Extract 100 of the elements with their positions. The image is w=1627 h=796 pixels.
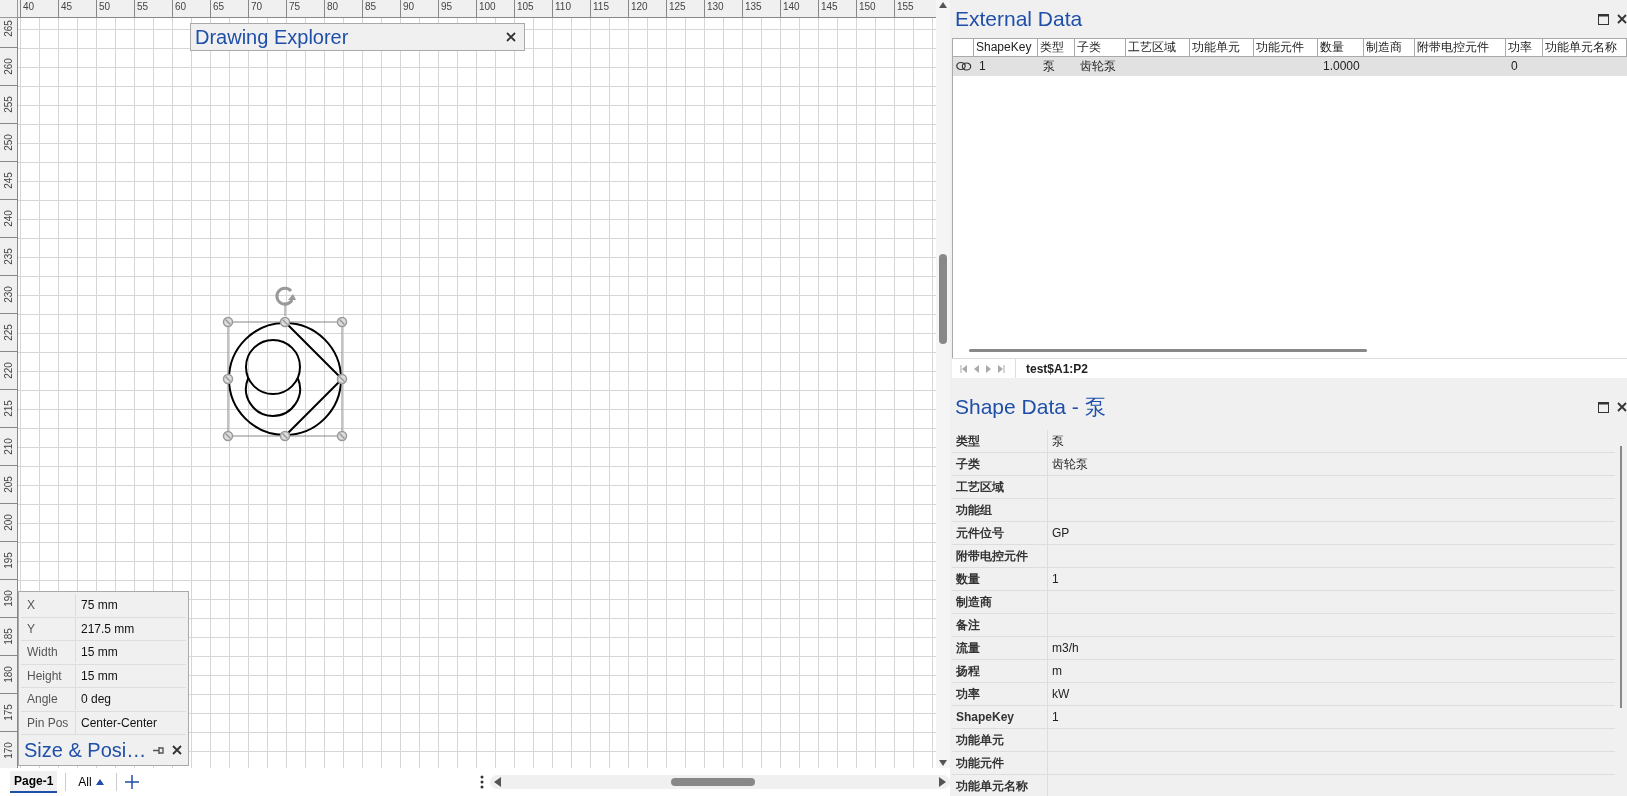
property-value: 15 mm	[80, 668, 119, 683]
more-options-icon[interactable]	[480, 775, 484, 789]
property-label: 附带电控元件	[952, 545, 1048, 567]
property-value: 1	[1051, 572, 1060, 586]
ruler-label: 100	[476, 0, 514, 17]
page-tab[interactable]: Page-1	[10, 771, 58, 793]
next-record-icon[interactable]	[986, 364, 991, 373]
maximize-icon[interactable]	[1598, 401, 1609, 413]
add-page-icon[interactable]	[124, 775, 139, 789]
ruler-label: 200	[0, 504, 17, 542]
horizontal-scrollbar[interactable]	[490, 775, 950, 789]
resize-handle[interactable]	[279, 430, 291, 442]
resize-handle[interactable]	[222, 373, 234, 385]
ruler-label: 85	[362, 0, 400, 17]
ruler-label: 230	[0, 276, 17, 314]
ruler-label: 75	[286, 0, 324, 17]
ruler-label: 105	[514, 0, 552, 17]
all-pages-button[interactable]: All	[74, 773, 108, 791]
rotate-handle-icon[interactable]	[275, 286, 296, 317]
ruler-label: 155	[894, 0, 932, 17]
property-label: 工艺区域	[952, 476, 1048, 498]
ruler-label: 225	[0, 314, 17, 352]
ruler-label: 265	[0, 18, 17, 48]
property-label: X	[21, 594, 76, 617]
close-icon[interactable]	[506, 32, 516, 42]
property-label: 功能组	[952, 499, 1048, 521]
resize-handle[interactable]	[279, 316, 291, 328]
column-header[interactable]: 附带电控元件	[1415, 38, 1506, 57]
ruler-label: 195	[0, 542, 17, 580]
property-value: 217.5 mm	[80, 621, 136, 636]
ruler-label: 45	[58, 0, 96, 17]
ruler-label: 110	[552, 0, 590, 17]
ruler-label: 175	[0, 694, 17, 732]
last-record-icon[interactable]	[998, 364, 1005, 373]
vertical-scrollbar[interactable]	[936, 0, 950, 768]
ruler-label: 220	[0, 352, 17, 390]
ruler-label: 240	[0, 200, 17, 238]
property-value: GP	[1051, 526, 1071, 540]
ruler-label: 180	[0, 656, 17, 694]
property-value: m	[1051, 664, 1063, 678]
ruler-label: 70	[248, 0, 286, 17]
ruler-label: 120	[628, 0, 666, 17]
property-label: Y	[21, 617, 76, 640]
column-header[interactable]: 功能单元名称	[1543, 38, 1627, 57]
property-value: 15 mm	[80, 645, 119, 660]
property-label: 子类	[952, 453, 1048, 475]
table-row[interactable]: 1 泵 齿轮泵 1.0000 0	[953, 57, 1627, 76]
first-record-icon[interactable]	[960, 364, 967, 373]
close-icon[interactable]	[1617, 402, 1627, 412]
property-value: Center-Center	[80, 715, 159, 730]
ruler-label: 115	[590, 0, 628, 17]
resize-handle[interactable]	[336, 430, 348, 442]
property-label: 数量	[952, 568, 1048, 590]
panel-title: Shape Data - 泵	[955, 394, 1106, 420]
ruler-label: 95	[438, 0, 476, 17]
ruler-label: 40	[20, 0, 58, 17]
ruler-label: 190	[0, 580, 17, 618]
ruler-label: 60	[172, 0, 210, 17]
property-label: 元件位号	[952, 522, 1048, 544]
table-cell-text: 泵	[1042, 58, 1056, 75]
ruler-label: 80	[324, 0, 362, 17]
ruler-label: 235	[0, 238, 17, 276]
property-label: 制造商	[952, 591, 1048, 613]
ruler-label: 205	[0, 466, 17, 504]
sheet-tab[interactable]: test$A1:P2	[1016, 361, 1089, 376]
table-cell-text: 齿轮泵	[1079, 58, 1117, 75]
resize-handle[interactable]	[222, 316, 234, 328]
ruler-label: 215	[0, 390, 17, 428]
resize-handle[interactable]	[336, 316, 348, 328]
resize-handle[interactable]	[222, 430, 234, 442]
ruler-label: 210	[0, 428, 17, 466]
panel-title: Drawing Explorer	[195, 25, 349, 49]
pump-symbol[interactable]	[227, 321, 344, 437]
table-cell-text: 1	[978, 58, 987, 75]
property-label: 功率	[952, 683, 1048, 705]
ruler-label: 245	[0, 162, 17, 200]
property-value: 1	[1051, 710, 1060, 724]
ruler-label: 250	[0, 124, 17, 162]
ruler-label: 55	[134, 0, 172, 17]
ruler-label: 130	[704, 0, 742, 17]
property-value: m3/h	[1051, 641, 1080, 655]
ruler-label: 185	[0, 618, 17, 656]
property-label: 功能元件	[952, 752, 1048, 774]
resize-handle[interactable]	[336, 373, 348, 385]
horizontal-scrollbar[interactable]	[969, 349, 1367, 352]
property-label: 功能单元	[952, 729, 1048, 751]
property-label: 流量	[952, 637, 1048, 659]
previous-record-icon[interactable]	[974, 364, 979, 373]
property-label: 备注	[952, 614, 1048, 636]
table-cell-text: 0	[1510, 58, 1519, 75]
property-value: 75 mm	[80, 598, 119, 613]
maximize-icon[interactable]	[1598, 13, 1609, 25]
vertical-scrollbar[interactable]	[1620, 446, 1622, 708]
close-icon[interactable]	[1617, 14, 1627, 24]
property-label: 功能单元名称	[952, 775, 1048, 796]
property-label: Width	[21, 641, 76, 664]
close-icon[interactable]	[172, 745, 182, 755]
pin-icon[interactable]	[153, 745, 164, 755]
ruler-label: 50	[96, 0, 134, 17]
ruler-label: 65	[210, 0, 248, 17]
